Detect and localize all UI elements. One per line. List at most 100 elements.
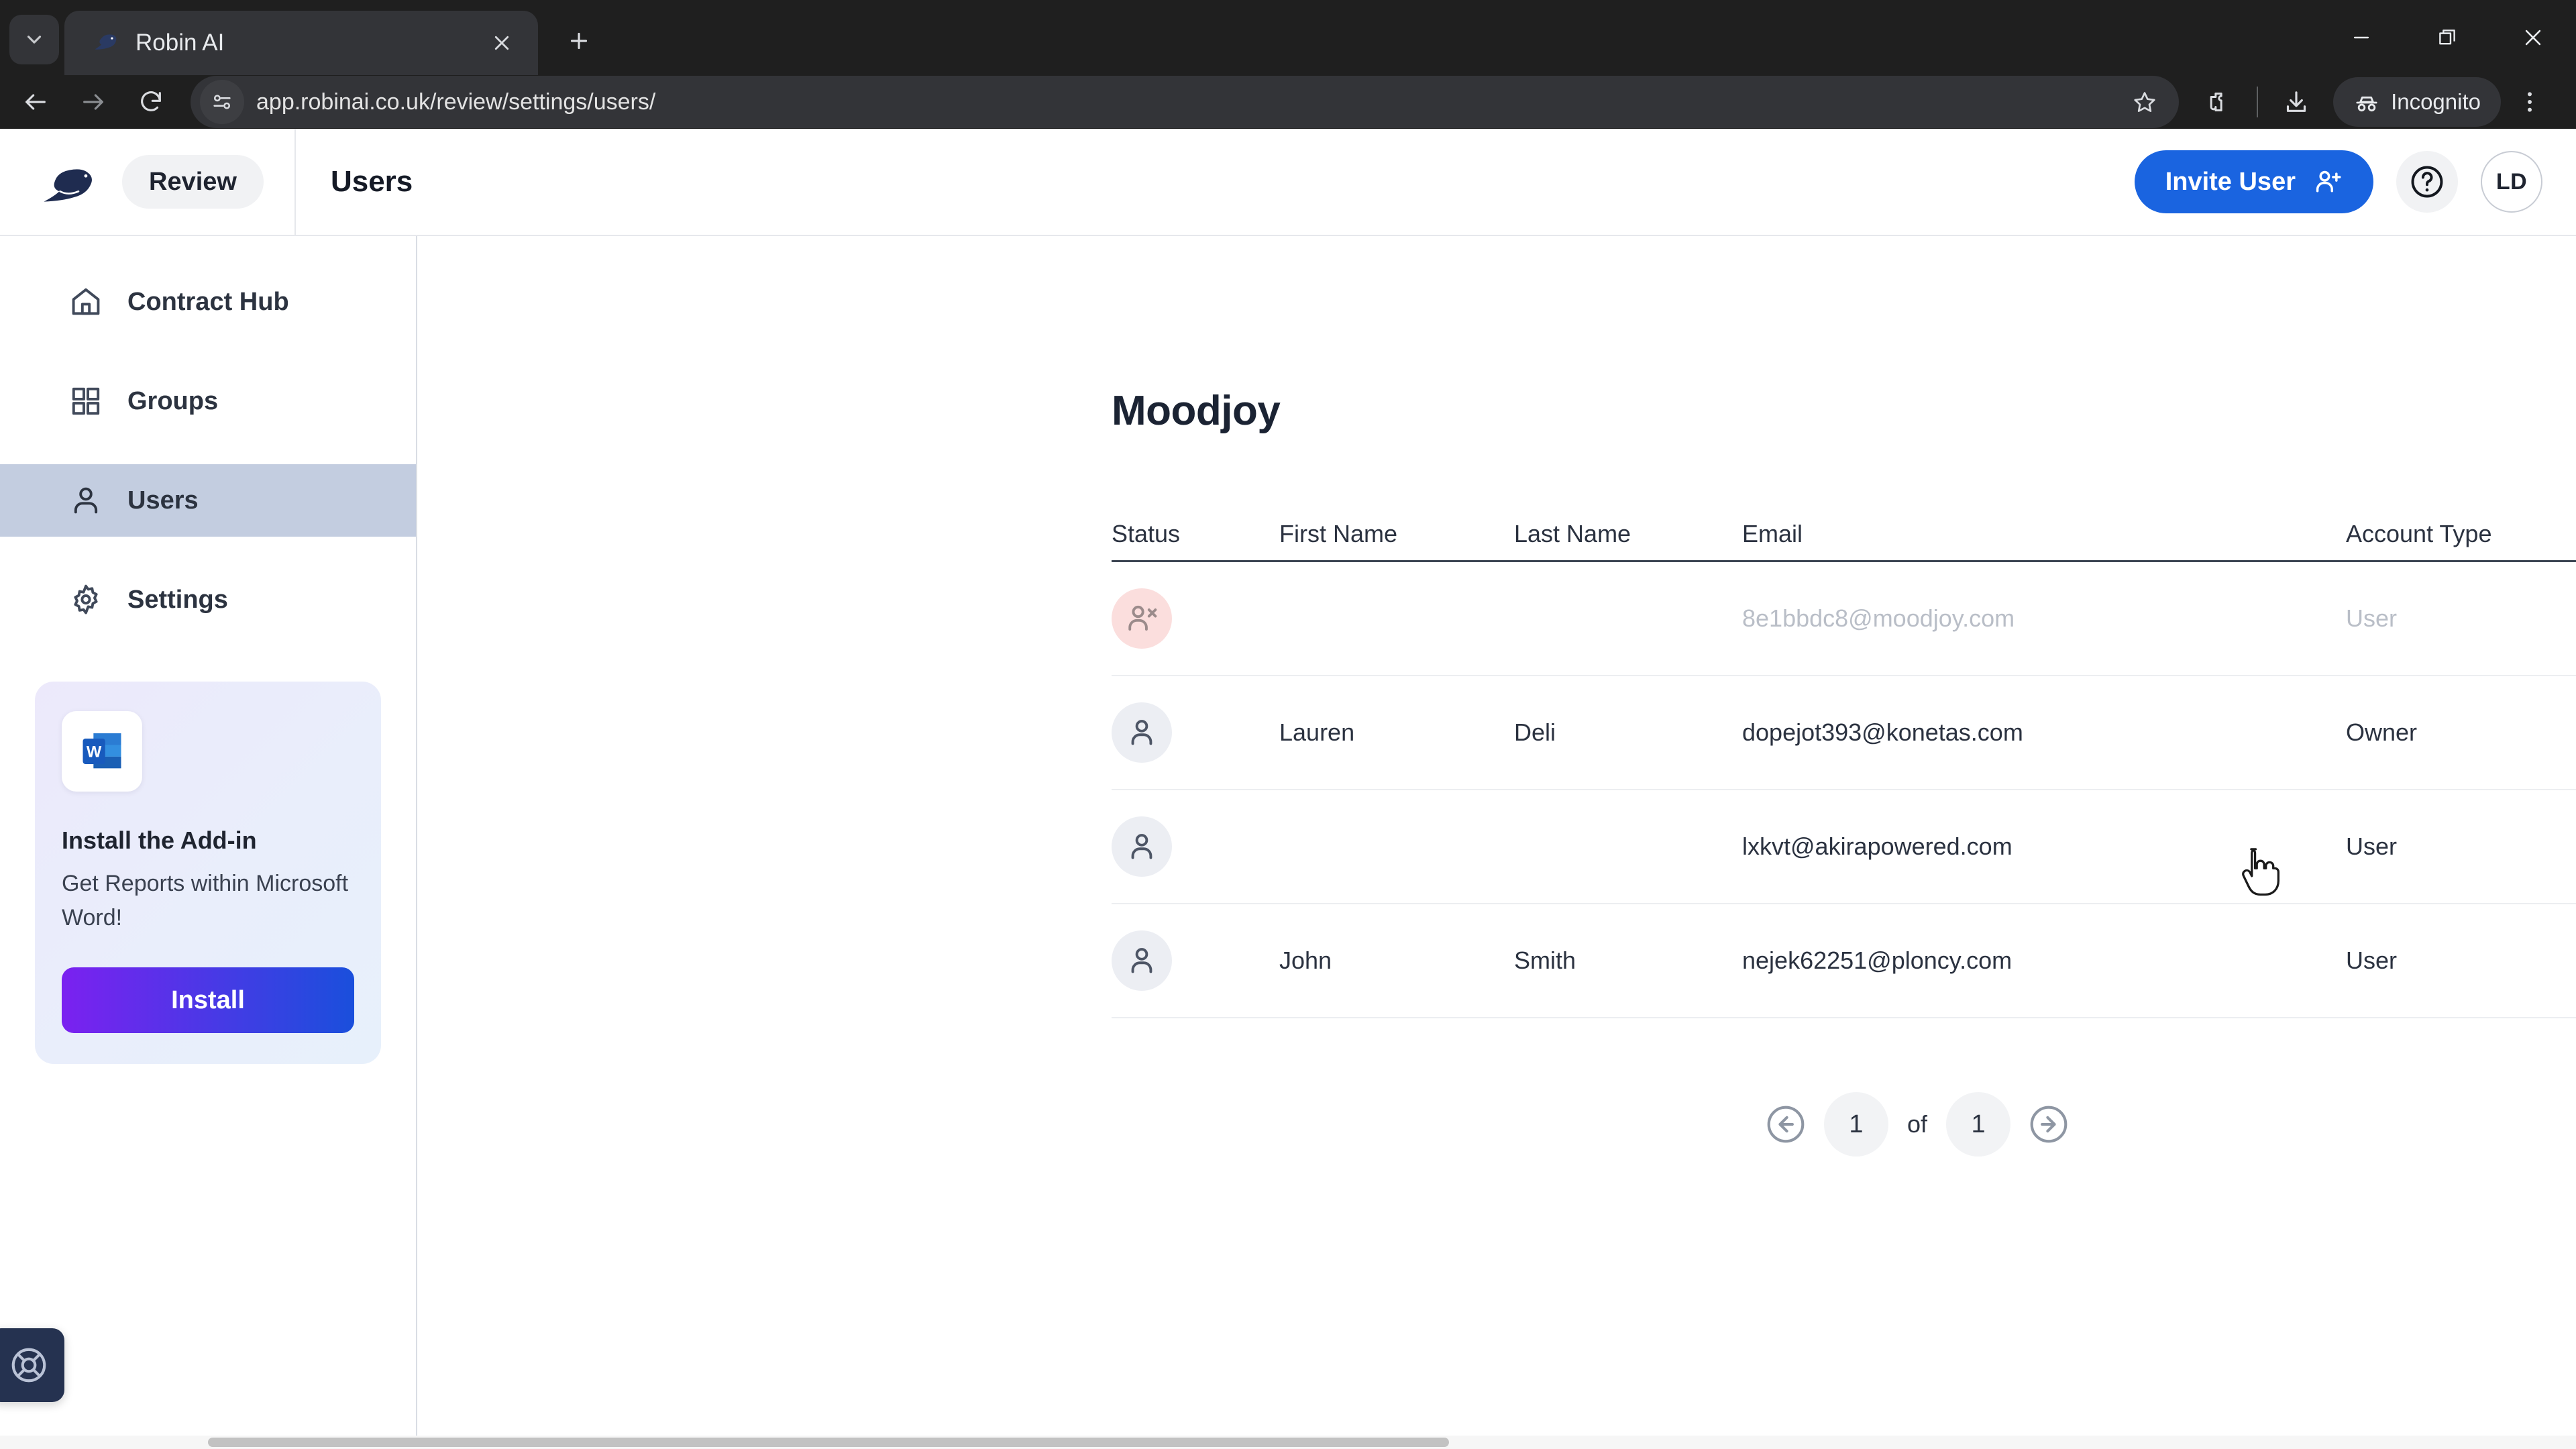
sidebar-item-settings[interactable]: Settings (0, 564, 416, 636)
reload-button[interactable] (122, 73, 180, 131)
column-header-email: Email (1742, 520, 1803, 547)
header-divider (294, 129, 296, 235)
install-label: Install (171, 985, 245, 1014)
arrow-right-icon (83, 94, 103, 110)
gear-icon (67, 581, 105, 619)
sidebar-item-label: Groups (127, 386, 219, 415)
circle-arrow-right-icon (2030, 1106, 2068, 1143)
sidebar-item-groups[interactable]: Groups (0, 365, 416, 437)
total-pages-button[interactable]: 1 (1946, 1092, 2011, 1157)
table-row[interactable]: Lauren Deli dopejot393@konetas.com Owner (1112, 676, 2576, 790)
scrollbar-thumb[interactable] (208, 1438, 1449, 1447)
maximize-icon (2439, 30, 2455, 45)
home-icon (67, 283, 105, 321)
review-label: Review (149, 167, 237, 196)
tab-strip: Robin AI (0, 0, 2576, 75)
sidebar-item-contract-hub[interactable]: Contract Hub (0, 266, 416, 338)
invite-user-label: Invite User (2165, 167, 2296, 196)
column-header-first-name: First Name (1279, 520, 1398, 547)
browser-toolbar: app.robinai.co.uk/review/settings/users/… (0, 75, 2576, 129)
close-window-button[interactable] (2490, 0, 2576, 75)
column-header-account-type: Account Type (2346, 520, 2492, 547)
cell-first-name: John (1279, 947, 1332, 974)
grid-icon (67, 382, 105, 420)
back-button[interactable] (7, 73, 64, 131)
sidebar-item-label: Users (127, 486, 199, 515)
current-page-button[interactable]: 1 (1824, 1092, 1888, 1157)
close-icon (2525, 30, 2541, 46)
avatar-initials: LD (2496, 168, 2528, 195)
forward-button[interactable] (64, 73, 122, 131)
minimize-button[interactable] (2318, 0, 2404, 75)
cell-account-type: User (2346, 833, 2398, 860)
extensions-button[interactable] (2190, 73, 2247, 131)
user-icon (1112, 702, 1172, 763)
current-page-value: 1 (1849, 1110, 1864, 1138)
tab-search-button[interactable] (9, 15, 59, 64)
incognito-profile-button[interactable]: Incognito (2333, 77, 2501, 127)
next-page-button[interactable] (2025, 1101, 2072, 1148)
extensions-puzzle-icon (2210, 93, 2222, 111)
circle-arrow-left-icon (1767, 1106, 1805, 1143)
maximize-button[interactable] (2404, 0, 2490, 75)
support-widget-button[interactable] (0, 1328, 64, 1402)
user-icon (1112, 816, 1172, 877)
horizontal-scrollbar[interactable] (0, 1436, 2576, 1449)
browser-tab[interactable]: Robin AI (64, 11, 538, 75)
browser-menu-button[interactable] (2501, 73, 2559, 131)
question-mark-icon (2411, 166, 2443, 198)
svg-text:W: W (87, 743, 102, 761)
site-settings-icon[interactable] (200, 80, 244, 124)
user-removed-icon (1112, 588, 1172, 649)
microsoft-word-icon: W (62, 711, 142, 792)
invite-user-button[interactable]: Invite User (2134, 150, 2373, 213)
table-row[interactable]: 8e1bbdc8@moodjoy.com User (1112, 562, 2576, 676)
cell-account-type: User (2346, 604, 2398, 632)
app-header: Review Users Invite User LD (0, 129, 2576, 236)
header-actions: Invite User LD (2134, 150, 2576, 213)
toolbar-divider (2257, 87, 2259, 117)
reload-icon (141, 91, 161, 111)
sidebar-item-users[interactable]: Users (0, 464, 416, 537)
cell-email: lxkvt@akirapowered.com (1742, 833, 2012, 860)
close-icon[interactable] (483, 24, 521, 62)
table-row[interactable]: John Smith nejek62251@ploncy.com User (1112, 904, 2576, 1018)
cell-account-type: Owner (2346, 718, 2418, 746)
cell-last-name: Deli (1514, 718, 1556, 746)
star-icon[interactable] (2121, 78, 2168, 125)
robin-bird-logo[interactable] (30, 159, 113, 205)
arrow-left-icon (25, 94, 46, 110)
previous-page-button[interactable] (1762, 1101, 1809, 1148)
avatar[interactable]: LD (2481, 151, 2542, 213)
cell-email: dopejot393@konetas.com (1742, 718, 2023, 746)
url-text: app.robinai.co.uk/review/settings/users/ (256, 89, 656, 115)
sidebar-item-label: Settings (127, 585, 228, 614)
new-tab-button[interactable] (553, 15, 605, 67)
organisation-title: Moodjoy (1112, 388, 1281, 434)
pagination: 1 of 1 (1112, 1092, 2576, 1157)
review-button[interactable]: Review (122, 155, 264, 209)
install-button[interactable]: Install (62, 967, 354, 1033)
lifebuoy-icon (11, 1348, 46, 1383)
column-header-last-name: Last Name (1514, 520, 1631, 547)
column-header-status: Status (1112, 520, 1181, 547)
cell-email: 8e1bbdc8@moodjoy.com (1742, 604, 2015, 632)
address-bar[interactable]: app.robinai.co.uk/review/settings/users/ (191, 76, 2180, 128)
cell-email: nejek62251@ploncy.com (1742, 947, 2012, 974)
chevron-down-icon (27, 36, 42, 44)
sidebar-item-label: Contract Hub (127, 287, 289, 316)
promo-subtitle: Get Reports within Microsoft Word! (62, 871, 349, 930)
downloads-button[interactable] (2267, 73, 2325, 131)
pagination-of-label: of (1907, 1110, 1928, 1138)
table-row[interactable]: lxkvt@akirapowered.com User (1112, 790, 2576, 904)
download-icon (2286, 91, 2306, 112)
help-button[interactable] (2396, 151, 2458, 213)
user-icon (67, 482, 105, 519)
incognito-label: Incognito (2391, 89, 2481, 114)
window-controls (2318, 0, 2576, 75)
promo-title: Install the Add-in (62, 826, 257, 854)
incognito-icon (2356, 96, 2377, 112)
table-header-row: Status First Name Last Name Email Accoun… (1112, 514, 2576, 562)
minimize-icon (2353, 36, 2369, 39)
user-icon (1112, 930, 1172, 991)
